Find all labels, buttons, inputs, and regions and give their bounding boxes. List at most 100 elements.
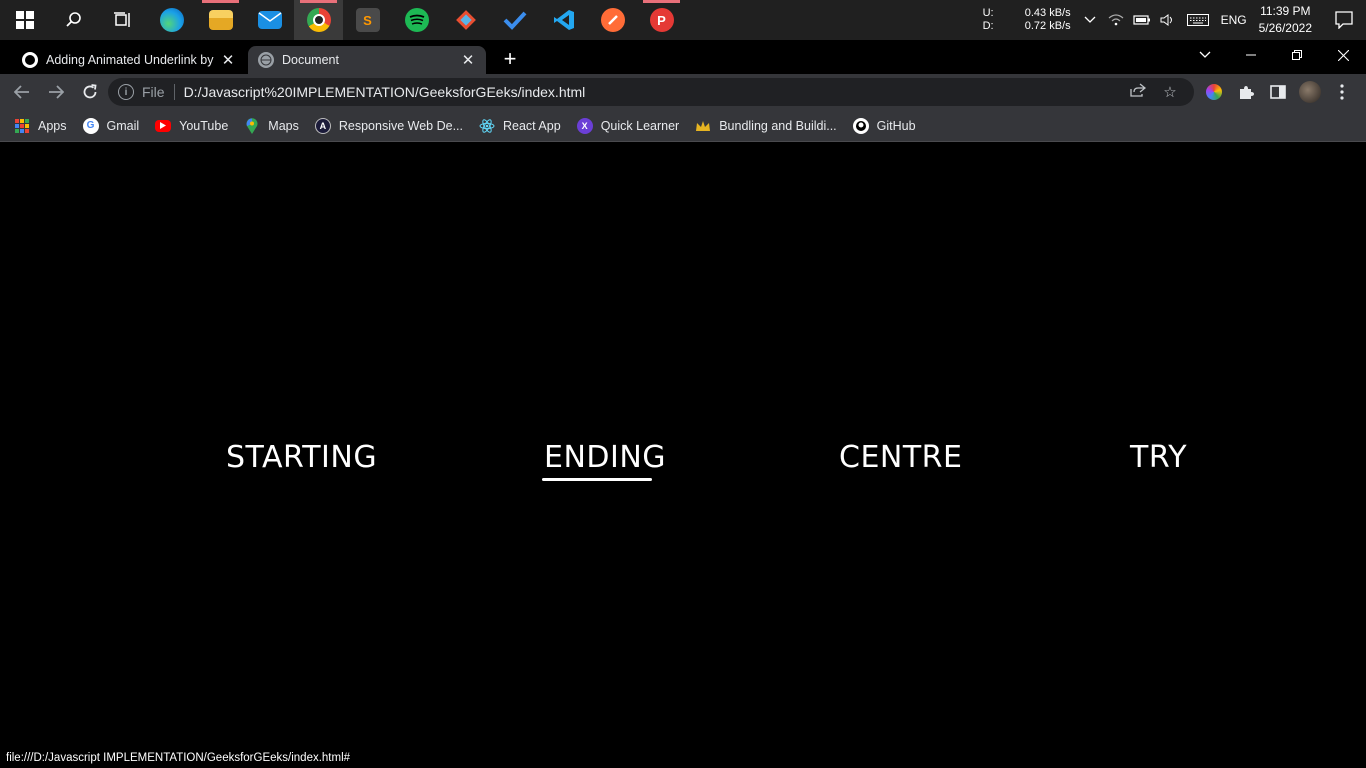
nav-link-try[interactable]: TRY [1130, 440, 1187, 475]
bookmark-github[interactable]: GitHub [852, 117, 916, 134]
upload-speed: 0.43 kB/s [1024, 7, 1071, 19]
profile-avatar[interactable] [1294, 76, 1326, 108]
nav-link-starting[interactable]: STARTING [226, 440, 377, 475]
taskbar-postman[interactable] [588, 0, 637, 40]
taskbar-edge[interactable] [147, 0, 196, 40]
download-speed: 0.72 kB/s [1024, 20, 1071, 32]
wifi-icon[interactable] [1105, 0, 1127, 40]
language-indicator[interactable]: ENG [1221, 13, 1247, 27]
windows-logo-icon [15, 11, 34, 29]
reload-icon [83, 84, 97, 99]
youtube-icon [155, 119, 172, 132]
clock[interactable]: 11:39 PM 5/26/2022 [1259, 3, 1312, 37]
show-hidden-icons-chevron-icon[interactable] [1079, 0, 1101, 40]
taskbar-vscode[interactable] [539, 0, 588, 40]
crown-icon [695, 118, 711, 134]
url-text[interactable]: D:/Javascript%20IMPLEMENTATION/GeeksforG… [184, 84, 586, 100]
taskbar-chrome[interactable] [294, 0, 343, 40]
bookmark-maps[interactable]: Maps [244, 117, 299, 134]
tab-search-chevron-icon[interactable] [1182, 40, 1228, 70]
tab-adding-animated-underlink[interactable]: Adding Animated Underlink by S ✕ [12, 46, 246, 74]
taskbar-git[interactable] [441, 0, 490, 40]
edge-icon [159, 8, 184, 32]
nav-link-centre[interactable]: CENTRE [839, 440, 962, 475]
taskbar-search-button[interactable] [49, 0, 98, 40]
network-speed: U: 0.43 kB/s D: 0.72 kB/s [983, 7, 1071, 33]
browser-toolbar: i File D:/Javascript%20IMPLEMENTATION/Ge… [0, 74, 1366, 110]
tab-document[interactable]: Document ✕ [248, 46, 486, 74]
bookmark-label: React App [503, 118, 561, 133]
close-tab-icon[interactable]: ✕ [460, 51, 476, 69]
bookmark-label: YouTube [179, 118, 229, 133]
close-window-button[interactable] [1320, 40, 1366, 70]
quick-learner-icon: X [576, 117, 593, 134]
mail-icon [257, 11, 282, 29]
clock-time: 11:39 PM [1260, 4, 1311, 18]
bookmark-bundling-and-building[interactable]: Bundling and Buildi... [695, 118, 837, 134]
color-extension-icon[interactable] [1198, 76, 1230, 108]
maps-pin-icon [244, 117, 260, 134]
task-view-button[interactable] [98, 0, 147, 40]
omnibox-divider [173, 84, 175, 100]
psiphon-icon: P [649, 8, 674, 32]
side-panel-icon[interactable] [1262, 76, 1294, 108]
nav-link-ending[interactable]: ENDING [544, 440, 666, 475]
vscode-icon [552, 8, 576, 32]
github-favicon-icon [22, 52, 38, 68]
address-bar[interactable]: i File D:/Javascript%20IMPLEMENTATION/Ge… [108, 78, 1194, 106]
bookmark-react-app[interactable]: React App [479, 118, 561, 134]
taskbar-psiphon[interactable]: P [637, 0, 686, 40]
search-icon [65, 12, 81, 27]
scheme-label: File [142, 84, 165, 100]
bookmarks-bar: Apps G Gmail YouTube Maps A Responsive W… [0, 110, 1366, 142]
site-info-icon[interactable]: i [118, 84, 134, 100]
forward-button[interactable] [40, 76, 72, 108]
bookmark-youtube[interactable]: YouTube [155, 119, 228, 133]
tab-title: Document [282, 53, 339, 67]
restore-button[interactable] [1274, 40, 1320, 70]
animated-underline [542, 478, 652, 481]
back-button[interactable] [6, 76, 38, 108]
taskbar-sublime-text[interactable]: S [343, 0, 392, 40]
battery-icon[interactable] [1131, 0, 1153, 40]
task-view-icon [113, 12, 130, 27]
bookmark-label: Gmail [106, 118, 140, 133]
taskbar: S P U: 0.43 kB/s D: 0.72 kB/s ENG 11:39 … [0, 0, 1366, 40]
new-tab-button[interactable]: + [498, 48, 522, 72]
page-content: STARTING ENDING CENTRE TRY [0, 143, 1366, 768]
bookmark-gmail[interactable]: G Gmail [82, 117, 140, 134]
keyboard-icon[interactable] [1183, 0, 1213, 40]
minimize-button[interactable] [1228, 40, 1274, 70]
globe-icon [258, 52, 274, 68]
forward-arrow-icon [49, 85, 64, 99]
window-controls [1182, 40, 1366, 70]
windows-start-button[interactable] [0, 0, 49, 40]
bookmark-apps[interactable]: Apps [14, 118, 67, 134]
share-icon[interactable] [1122, 83, 1154, 101]
reload-button[interactable] [74, 76, 106, 108]
spotify-icon [404, 8, 429, 32]
volume-icon[interactable] [1157, 0, 1179, 40]
chrome-menu-kebab-icon[interactable] [1326, 76, 1358, 108]
bookmark-quick-learner[interactable]: X Quick Learner [576, 117, 680, 134]
taskbar-spotify[interactable] [392, 0, 441, 40]
system-tray: U: 0.43 kB/s D: 0.72 kB/s ENG 11:39 PM 5/2… [983, 0, 1366, 40]
taskbar-todo[interactable] [490, 0, 539, 40]
checkmark-icon [503, 8, 527, 32]
taskbar-file-explorer[interactable] [196, 0, 245, 40]
close-tab-icon[interactable]: ✕ [220, 51, 236, 69]
bookmark-responsive-web-design[interactable]: A Responsive Web De... [314, 117, 463, 134]
bookmark-label: Apps [38, 118, 67, 133]
folder-icon [208, 10, 233, 30]
tab-title: Adding Animated Underlink by S [46, 53, 214, 67]
notification-icon [1335, 11, 1353, 29]
upload-label: U: [982, 7, 994, 19]
bookmark-label: GitHub [876, 118, 916, 133]
bookmark-star-icon[interactable]: ☆ [1154, 83, 1186, 101]
taskbar-mail[interactable] [245, 0, 294, 40]
github-icon [852, 117, 869, 134]
bookmark-label: Quick Learner [600, 118, 680, 133]
notification-center-button[interactable] [1322, 0, 1366, 40]
download-label: D: [982, 20, 994, 32]
extensions-puzzle-icon[interactable] [1230, 76, 1262, 108]
